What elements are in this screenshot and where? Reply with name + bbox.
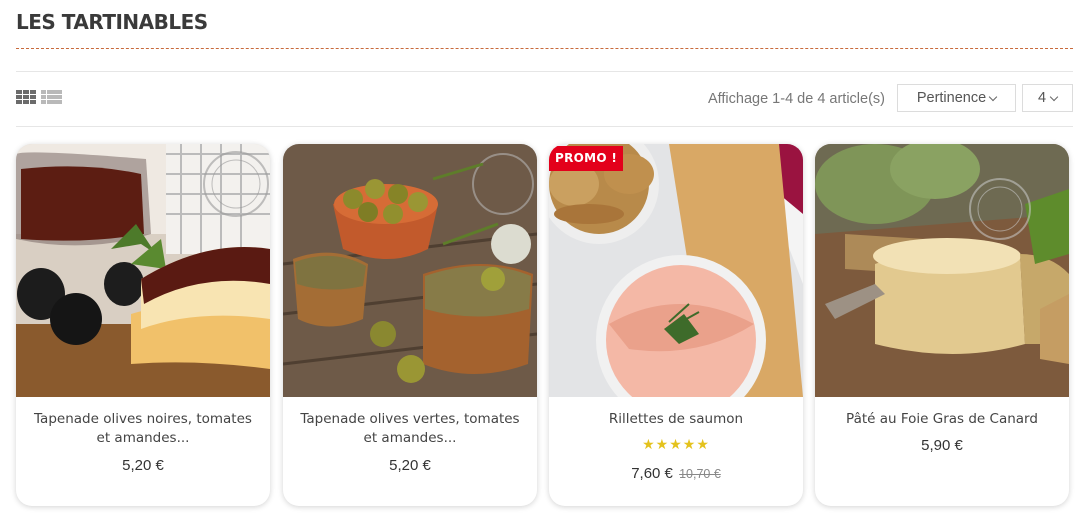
product-card[interactable]: PROMO ! Rillettes de saumon ★★★★★ 7,60 €… xyxy=(549,144,803,506)
product-price: 5,90 € xyxy=(921,437,963,454)
per-page-value: 4 xyxy=(1037,90,1047,106)
toolbar-divider-bottom xyxy=(16,126,1073,127)
product-card[interactable]: Tapenade olives vertes, tomates et amand… xyxy=(283,144,537,506)
product-card[interactable]: Pâté au Foie Gras de Canard 5,90 € xyxy=(815,144,1069,506)
list-view-icon[interactable] xyxy=(41,90,62,106)
result-count: Affichage 1-4 de 4 article(s) xyxy=(707,91,885,107)
product-price-row: 7,60 € 10,70 € xyxy=(549,465,803,482)
product-price-row: 5,90 € xyxy=(815,437,1069,454)
chevron-down-icon xyxy=(988,92,998,101)
sort-select-value: Pertinence xyxy=(916,90,987,106)
grid-view-icon[interactable] xyxy=(16,90,37,106)
sort-select[interactable]: Pertinence xyxy=(897,84,1016,112)
product-image[interactable] xyxy=(16,144,270,397)
toolbar-divider-top xyxy=(16,71,1073,72)
product-name[interactable]: Tapenade olives noires, tomates et amand… xyxy=(28,410,258,448)
product-image[interactable]: PROMO ! xyxy=(549,144,803,397)
product-name[interactable]: Pâté au Foie Gras de Canard xyxy=(827,410,1057,429)
view-toggle xyxy=(16,90,62,106)
promo-badge: PROMO ! xyxy=(549,146,624,171)
product-price-row: 5,20 € xyxy=(16,457,270,474)
product-card[interactable]: Tapenade olives noires, tomates et amand… xyxy=(16,144,270,506)
product-price-row: 5,20 € xyxy=(283,457,537,474)
rating-stars: ★★★★★ xyxy=(642,436,710,452)
product-image[interactable] xyxy=(815,144,1069,397)
product-name[interactable]: Rillettes de saumon xyxy=(561,410,791,429)
product-old-price: 10,70 € xyxy=(679,467,721,481)
product-name[interactable]: Tapenade olives vertes, tomates et amand… xyxy=(295,410,525,448)
chevron-down-icon xyxy=(1049,92,1059,101)
page-title: LES TARTINABLES xyxy=(16,10,208,34)
product-price: 5,20 € xyxy=(389,457,431,474)
product-price: 7,60 € xyxy=(631,465,673,482)
title-divider xyxy=(16,48,1073,49)
product-price: 5,20 € xyxy=(122,457,164,474)
per-page-select[interactable]: 4 xyxy=(1022,84,1073,112)
product-image[interactable] xyxy=(283,144,537,397)
